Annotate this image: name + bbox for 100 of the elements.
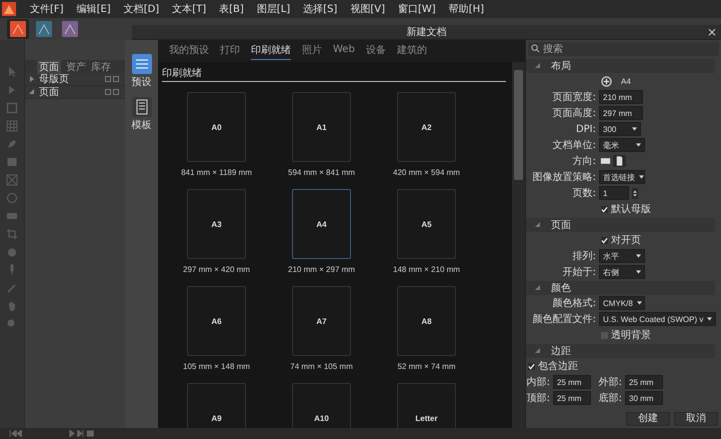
crop-tool-icon[interactable] [6,228,18,240]
page-preset-card[interactable]: A9 [187,383,246,428]
panel-row[interactable]: 页面 [25,86,125,99]
dropdown[interactable]: 水平 [599,249,645,263]
menu-item[interactable]: 文件[F] [30,2,64,16]
next-page-icon[interactable] [68,430,96,437]
frame-x-tool-icon[interactable] [6,174,18,186]
category-tab[interactable]: 设备 [366,42,386,60]
field-label: 方向: [572,154,596,168]
panel-tab[interactable]: 库存 [91,60,111,74]
expanded-icon[interactable] [535,63,541,69]
page-preset-card[interactable]: Letter [397,383,456,428]
input-field[interactable]: 30 mm [625,391,663,405]
dropdown[interactable]: CMYK/8 [599,296,645,310]
table-tool-icon[interactable] [6,120,18,132]
dialog-button[interactable]: 取消 [674,412,718,426]
page-preset-card[interactable]: A0 [187,92,246,162]
section-header[interactable]: 布局 [526,59,715,73]
checkbox-label: 透明背景 [611,328,651,342]
input-field[interactable]: 25 mm [625,375,663,389]
app-switch-button[interactable] [33,19,55,39]
dropdown-icon [636,270,641,274]
category-tab[interactable]: Web [333,44,355,58]
page-icon [105,76,119,82]
input-field[interactable]: 210 mm [599,90,643,104]
app-switch-button[interactable] [7,19,29,39]
dropdown[interactable]: 毫米 [599,138,645,152]
page-preset-card[interactable]: A6 [187,286,246,356]
category-tab[interactable]: 我的预设 [169,42,209,60]
field-label: 排列: [572,250,596,263]
spinner-icon[interactable] [632,188,638,198]
panel-tab[interactable]: 资产 [66,60,86,74]
portrait-button[interactable] [613,155,626,167]
dropdown[interactable]: U.S. Web Coated (SWOP) v [599,312,716,326]
checkbox[interactable] [528,362,535,370]
search-field[interactable]: 搜索 [528,42,719,56]
input-field[interactable]: 25 mm [553,375,591,389]
input-field[interactable]: 297 mm [599,106,643,120]
menu-item[interactable]: 视图[V] [350,2,385,16]
dropdown[interactable]: 首选链接 [599,170,645,184]
category-tab[interactable]: 印刷就绪 [251,42,291,60]
expanded-icon[interactable] [535,222,541,228]
ellipse-tool-icon[interactable] [6,192,18,204]
section-header[interactable]: 颜色 [526,281,715,295]
page-preset-card[interactable]: A8 [397,286,456,356]
category-tab[interactable]: 打印 [220,42,240,60]
menu-item[interactable]: 文本[T] [172,2,206,16]
category-tab[interactable]: 建筑的 [396,42,427,60]
checkbox[interactable] [601,236,608,244]
input-field[interactable]: 25 mm [553,391,591,405]
section-header[interactable]: 页面 [526,218,715,232]
dialog-button[interactable]: 创建 [626,412,670,426]
page-preset-card[interactable]: A5 [397,189,456,259]
field-label: 顶部: [526,392,550,405]
page-preset-card[interactable]: A10 [292,383,351,428]
menu-item[interactable]: 文档[D] [124,2,160,16]
combo-field[interactable]: 300 [599,122,641,136]
add-preset-icon[interactable] [601,76,612,86]
pointer-tool-icon[interactable] [6,66,18,78]
menu-item[interactable]: 编辑[E] [76,2,111,16]
dropdown-icon [636,254,641,258]
page-preset-card[interactable]: A4 [292,189,351,259]
app-switch-button[interactable] [59,19,81,39]
preset-size: 297 mm × 420 mm [183,265,250,274]
preset-name: A4 [621,76,631,86]
collapsed-icon[interactable] [29,76,35,82]
app-logo-icon [2,2,16,16]
expanded-icon[interactable] [29,89,35,95]
dropdown-icon [636,301,642,305]
panel-row[interactable]: 母版页 [25,73,125,86]
image-tool-icon[interactable] [6,210,18,222]
preset-size: 105 mm × 148 mm [183,362,250,371]
checkbox[interactable] [601,332,608,338]
frame-text-tool-icon[interactable] [6,102,18,114]
pen-tool-icon[interactable] [6,138,18,150]
menu-item[interactable]: 帮助[H] [448,2,484,16]
checkbox[interactable] [601,206,608,212]
section-header[interactable]: 边距 [526,344,715,358]
menu-item[interactable]: 表[B] [219,2,244,16]
page-preset-card[interactable]: A1 [292,92,351,162]
close-button[interactable]: × [704,25,719,39]
page-preset-card[interactable]: A3 [187,189,246,259]
menu-item[interactable]: 窗口[W] [398,2,436,16]
rect-tool-icon[interactable] [6,156,18,168]
checkbox-label: 默认母版 [611,203,651,216]
hand-tool-icon[interactable] [6,300,18,312]
menu-item[interactable]: 图层[L] [256,2,290,16]
page-preset-card[interactable]: A7 [292,286,351,356]
expanded-icon[interactable] [535,348,541,354]
panel-tab[interactable]: 页面 [37,60,61,74]
scroll-bar[interactable] [512,62,525,428]
checkbox-label: 对开页 [611,234,641,247]
input-field[interactable]: 1 [599,186,629,200]
field-label: 页面宽度: [552,90,596,104]
page-preset-card[interactable]: A2 [397,92,456,162]
landscape-button[interactable] [599,155,612,167]
menu-item[interactable]: 选择[S] [303,2,338,16]
expanded-icon[interactable] [535,285,541,291]
dropdown[interactable]: 右侧 [599,265,645,279]
category-tab[interactable]: 照片 [302,42,322,60]
